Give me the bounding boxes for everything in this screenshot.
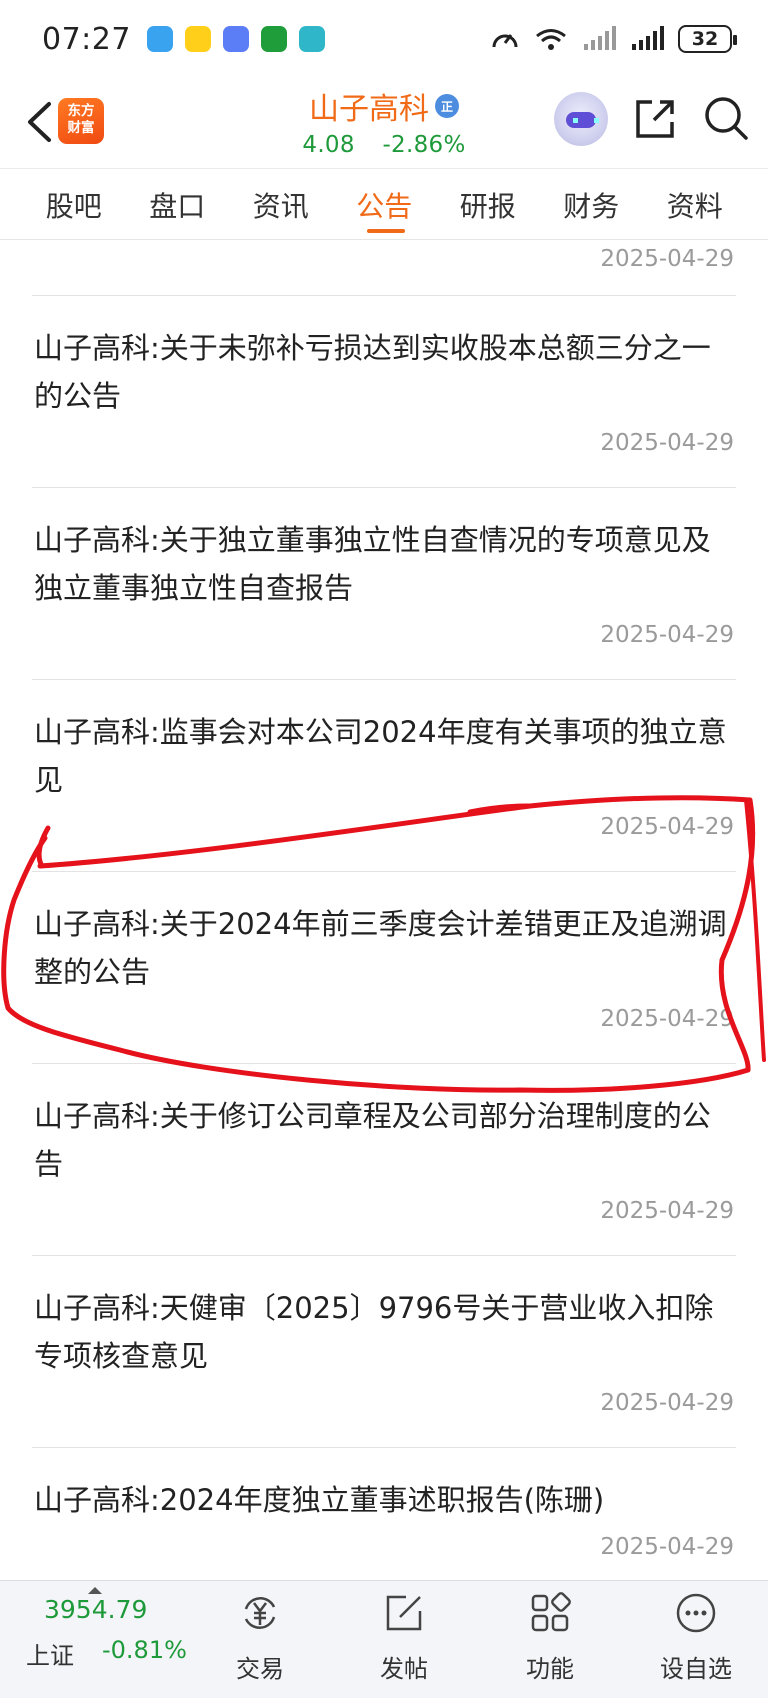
signal-icon — [632, 26, 664, 50]
list-item-date: 2025-04-29 — [600, 246, 734, 272]
announcement-title: 山子高科:关于2024年前三季度会计差错更正及追溯调整的公告 — [34, 907, 727, 989]
list-item[interactable]: 山子高科:关于修订公司章程及公司部分治理制度的公告 2025-04-29 — [32, 1064, 736, 1256]
stock-change: -2.86% — [382, 132, 466, 158]
list-item-date: 2025-04-29 — [600, 814, 734, 840]
more-dots-icon — [676, 1593, 716, 1633]
tab-guba[interactable]: 股吧 — [22, 169, 126, 239]
announcement-list: 2025-04-29 山子高科:关于未弥补亏损达到实收股本总额三分之一的公告 2… — [0, 240, 768, 1580]
speed-icon — [492, 34, 518, 48]
ai-assistant-icon[interactable] — [554, 92, 608, 146]
list-item-date: 2025-04-29 — [600, 622, 734, 648]
search-icon[interactable] — [702, 94, 750, 142]
list-item-date: 2025-04-29 — [600, 1006, 734, 1032]
features-button[interactable]: 功能 — [490, 1591, 610, 1684]
index-value: 3954.79 — [44, 1595, 148, 1624]
button-label: 发帖 — [380, 1655, 428, 1683]
announcement-title: 山子高科:关于未弥补亏损达到实收股本总额三分之一的公告 — [34, 331, 711, 413]
status-time: 07:27 — [42, 21, 131, 57]
status-bar: 07:27 32 — [0, 0, 768, 78]
apps-grid-icon — [531, 1592, 571, 1632]
button-label: 设自选 — [660, 1655, 732, 1683]
tab-bar: 股吧 盘口 资讯 公告 研报 财务 资料 — [0, 168, 768, 240]
announcement-title: 山子高科:天健审〔2025〕9796号关于营业收入扣除专项核查意见 — [34, 1291, 714, 1373]
app-notification-icon — [260, 26, 287, 52]
tab-finance[interactable]: 财务 — [540, 169, 644, 239]
stock-name: 山子高科 — [309, 92, 429, 127]
announcement-title: 山子高科:关于独立董事独立性自查情况的专项意见及独立董事独立性自查报告 — [34, 523, 711, 605]
button-label: 交易 — [236, 1655, 284, 1683]
list-item[interactable]: 山子高科:天健审〔2025〕9796号关于营业收入扣除专项核查意见 2025-0… — [32, 1256, 736, 1448]
announcement-title: 山子高科:2024年度独立董事述职报告(陈珊) — [34, 1483, 605, 1517]
tab-research[interactable]: 研报 — [436, 169, 540, 239]
yuan-exchange-icon — [244, 1597, 276, 1629]
index-name: 上证 — [26, 1642, 74, 1670]
edit-icon — [386, 1595, 422, 1631]
list-item[interactable]: 山子高科:关于独立董事独立性自查情况的专项意见及独立董事独立性自查报告 2025… — [32, 488, 736, 680]
list-item[interactable]: 山子高科:2024年度独立董事述职报告(陈珊) 2025-04-29 — [32, 1448, 736, 1580]
add-watchlist-button[interactable]: 设自选 — [636, 1591, 756, 1684]
tab-pankou[interactable]: 盘口 — [126, 169, 230, 239]
index-ticker[interactable]: 3954.79 上证 -0.81% — [22, 1587, 200, 1671]
trade-button[interactable]: 交易 — [200, 1591, 320, 1684]
list-item[interactable]: 山子高科:关于2024年前三季度会计差错更正及追溯调整的公告 2025-04-2… — [32, 872, 736, 1064]
share-icon[interactable] — [632, 96, 678, 142]
app-notification-icon — [184, 26, 211, 52]
list-item-date: 2025-04-29 — [600, 1198, 734, 1224]
caret-up-icon — [88, 1587, 102, 1594]
music-notification-icon — [222, 26, 249, 52]
system-icons: 32 — [490, 25, 737, 53]
notification-icons — [146, 26, 325, 52]
status-badge: 正 — [435, 94, 459, 118]
app-notification-icon — [298, 26, 325, 52]
list-item-date: 2025-04-29 — [600, 1390, 734, 1416]
announcement-title: 山子高科:关于修订公司章程及公司部分治理制度的公告 — [34, 1099, 711, 1181]
stock-price: 4.08 — [302, 132, 355, 158]
list-item-date: 2025-04-29 — [600, 1534, 734, 1560]
battery-icon: 32 — [678, 25, 737, 53]
list-item[interactable]: 山子高科:关于未弥补亏损达到实收股本总额三分之一的公告 2025-04-29 — [32, 296, 736, 488]
tab-profile[interactable]: 资料 — [643, 169, 747, 239]
tab-news[interactable]: 资讯 — [229, 169, 333, 239]
announcement-title: 山子高科:监事会对本公司2024年度有关事项的独立意见 — [34, 715, 727, 797]
index-change: -0.81% — [102, 1636, 187, 1664]
post-button[interactable]: 发帖 — [344, 1591, 464, 1684]
bottom-bar: 3954.79 上证 -0.81% 交易 发帖 功能 设自选 — [0, 1580, 768, 1698]
list-item-date: 2025-04-29 — [600, 430, 734, 456]
button-label: 功能 — [526, 1655, 574, 1683]
app-notification-icon — [146, 26, 173, 52]
stock-header: 东方 财富 山子高科 正 4.08 -2.86% — [0, 78, 768, 168]
wifi-icon — [536, 29, 566, 50]
signal-icon — [584, 26, 616, 50]
tab-announcements[interactable]: 公告 — [333, 169, 437, 239]
list-item[interactable]: 山子高科:监事会对本公司2024年度有关事项的独立意见 2025-04-29 — [32, 680, 736, 872]
